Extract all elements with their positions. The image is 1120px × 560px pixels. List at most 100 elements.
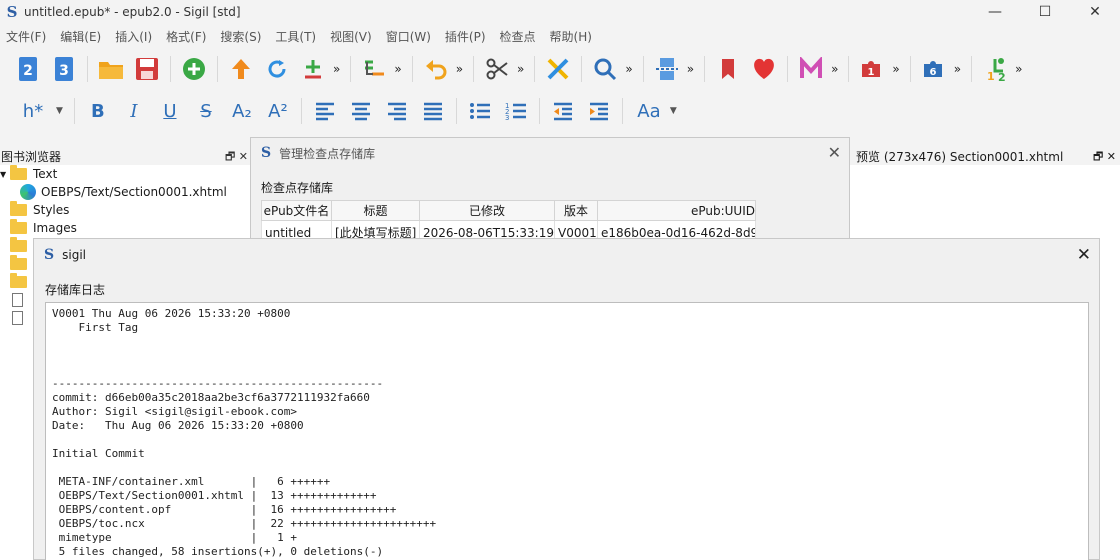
panel-dock-controls[interactable]: 🗗 ✕ <box>225 148 248 167</box>
plugin-6-icon[interactable]: 6 <box>919 54 949 84</box>
m-logo-icon[interactable] <box>796 54 826 84</box>
checkpoint-manager-dialog: S 管理检查点存储库 ✕ 检查点存储库 ePub文件名 标题 已修改 版本 eP… <box>250 137 850 247</box>
menu-tools[interactable]: 工具(T) <box>275 28 316 45</box>
maximize-button[interactable]: ☐ <box>1020 0 1070 24</box>
menu-plugins[interactable]: 插件(P) <box>445 28 486 45</box>
preview-title: 预览 (273x476) Section0001.xhtml <box>856 149 1064 164</box>
main-toolbar: 2 3 » » » » » » » 1 » 6 » 1 2 » <box>0 48 1120 90</box>
strikethrough-button[interactable]: S <box>191 101 221 122</box>
menu-search[interactable]: 搜索(S) <box>220 28 261 45</box>
panel-dock-controls[interactable]: 🗗 ✕ <box>1093 148 1116 167</box>
svg-text:1: 1 <box>868 67 875 78</box>
chevron-down-icon[interactable]: ▼ <box>0 170 10 179</box>
column-header[interactable]: ePub:UUID <box>597 200 756 221</box>
chevron-down-icon[interactable]: ▼ <box>56 106 63 116</box>
toolbar-more-6[interactable]: » <box>687 62 694 76</box>
toolbar-more-2[interactable]: » <box>394 62 401 76</box>
tree-item-styles-folder[interactable]: Styles <box>0 201 252 219</box>
x-logo-icon[interactable] <box>543 54 573 84</box>
svg-text:2: 2 <box>998 71 1006 82</box>
sigil-logo-icon: S <box>6 3 18 21</box>
align-right-icon[interactable] <box>382 96 412 126</box>
menu-file[interactable]: 文件(F) <box>6 28 46 45</box>
dialog-title-bar: S sigil ✕ <box>34 239 1099 271</box>
tree-item-section0001[interactable]: OEBPS/Text/Section0001.xhtml <box>0 183 252 201</box>
subscript-button[interactable]: A₂ <box>227 101 257 122</box>
browser-file-icon <box>20 184 36 200</box>
column-header[interactable]: 版本 <box>554 200 598 221</box>
toolbar-more-1[interactable]: » <box>333 62 340 76</box>
menu-format[interactable]: 格式(F) <box>166 28 206 45</box>
add-circle-icon[interactable] <box>179 54 209 84</box>
menu-view[interactable]: 视图(V) <box>330 28 372 45</box>
dialog-title-bar: S 管理检查点存储库 ✕ <box>251 138 849 168</box>
book-3-icon[interactable]: 3 <box>49 54 79 84</box>
plugin-1-2-icon[interactable]: 12 <box>980 54 1010 84</box>
up-arrow-icon[interactable] <box>226 54 256 84</box>
add-plus-icon[interactable] <box>298 54 328 84</box>
menu-insert[interactable]: 插入(I) <box>115 28 152 45</box>
toolbar-more-4[interactable]: » <box>517 62 524 76</box>
svg-text:3: 3 <box>505 114 509 121</box>
folder-icon <box>10 255 27 270</box>
menu-edit[interactable]: 编辑(E) <box>60 28 101 45</box>
svg-text:2: 2 <box>23 63 33 79</box>
tree-item-images-folder[interactable]: Images <box>0 219 252 237</box>
align-center-icon[interactable] <box>346 96 376 126</box>
search-icon[interactable] <box>590 54 620 84</box>
column-header[interactable]: 已修改 <box>419 200 555 221</box>
file-icon <box>12 293 23 307</box>
bookmark-icon[interactable] <box>713 54 743 84</box>
book-browser-title: 图书浏览器 <box>1 149 62 164</box>
minimize-button[interactable]: — <box>970 0 1020 24</box>
numbered-list-icon[interactable]: 123 <box>501 96 531 126</box>
toolbar-more-8[interactable]: » <box>892 62 899 76</box>
toolbar-more-9[interactable]: » <box>954 62 961 76</box>
align-left-icon[interactable] <box>310 96 340 126</box>
heading-dropdown[interactable]: h* <box>13 101 53 122</box>
scissors-icon[interactable] <box>482 54 512 84</box>
menu-help[interactable]: 帮助(H) <box>550 28 592 45</box>
preview-header: 预览 (273x476) Section0001.xhtml 🗗 ✕ <box>850 147 1120 165</box>
chevron-down-icon[interactable]: ▼ <box>670 106 677 116</box>
insert-icon[interactable] <box>359 54 389 84</box>
tree-item-text-folder[interactable]: ▼ Text <box>0 165 252 183</box>
indent-icon[interactable] <box>584 96 614 126</box>
heart-icon[interactable] <box>749 54 779 84</box>
menu-checkpoint[interactable]: 检查点 <box>500 28 536 45</box>
toolbar-more-3[interactable]: » <box>456 62 463 76</box>
close-icon[interactable]: ✕ <box>828 143 841 162</box>
plugin-1-icon[interactable]: 1 <box>857 54 887 84</box>
format-toolbar: h* ▼ B I U S A₂ A² 123 Aa ▼ <box>0 92 1120 130</box>
undo-icon[interactable] <box>421 54 451 84</box>
column-header[interactable]: ePub文件名 <box>261 200 332 221</box>
text-case-dropdown[interactable]: Aa <box>631 101 667 122</box>
log-text: V0001 Thu Aug 06 2026 15:33:20 +0800 Fir… <box>52 307 437 558</box>
italic-button[interactable]: I <box>119 101 149 122</box>
align-justify-icon[interactable] <box>418 96 448 126</box>
close-button[interactable]: ✕ <box>1070 0 1120 24</box>
refresh-icon[interactable] <box>262 54 292 84</box>
sigil-logo-icon: S <box>261 145 272 161</box>
bold-button[interactable]: B <box>83 101 113 122</box>
underline-button[interactable]: U <box>155 101 185 122</box>
outdent-icon[interactable] <box>548 96 578 126</box>
title-bar: S untitled.epub* - epub2.0 - Sigil [std]… <box>0 0 1120 24</box>
toolbar-more-10[interactable]: » <box>1015 62 1022 76</box>
bullet-list-icon[interactable] <box>465 96 495 126</box>
log-label: 存储库日志 <box>45 283 106 297</box>
column-header[interactable]: 标题 <box>331 200 420 221</box>
log-textarea[interactable]: V0001 Thu Aug 06 2026 15:33:20 +0800 Fir… <box>45 302 1089 560</box>
dialog-title: 管理检查点存储库 <box>279 146 376 161</box>
close-icon[interactable]: ✕ <box>1077 245 1091 265</box>
file-icon <box>12 311 23 325</box>
toolbar-more-5[interactable]: » <box>625 62 632 76</box>
split-icon[interactable] <box>652 54 682 84</box>
save-icon[interactable] <box>132 54 162 84</box>
book-2-icon[interactable]: 2 <box>13 54 43 84</box>
superscript-button[interactable]: A² <box>263 101 293 122</box>
menu-window[interactable]: 窗口(W) <box>386 28 431 45</box>
open-folder-icon[interactable] <box>96 54 126 84</box>
book-browser-header: 图书浏览器 🗗 ✕ <box>0 147 252 165</box>
toolbar-more-7[interactable]: » <box>831 62 838 76</box>
